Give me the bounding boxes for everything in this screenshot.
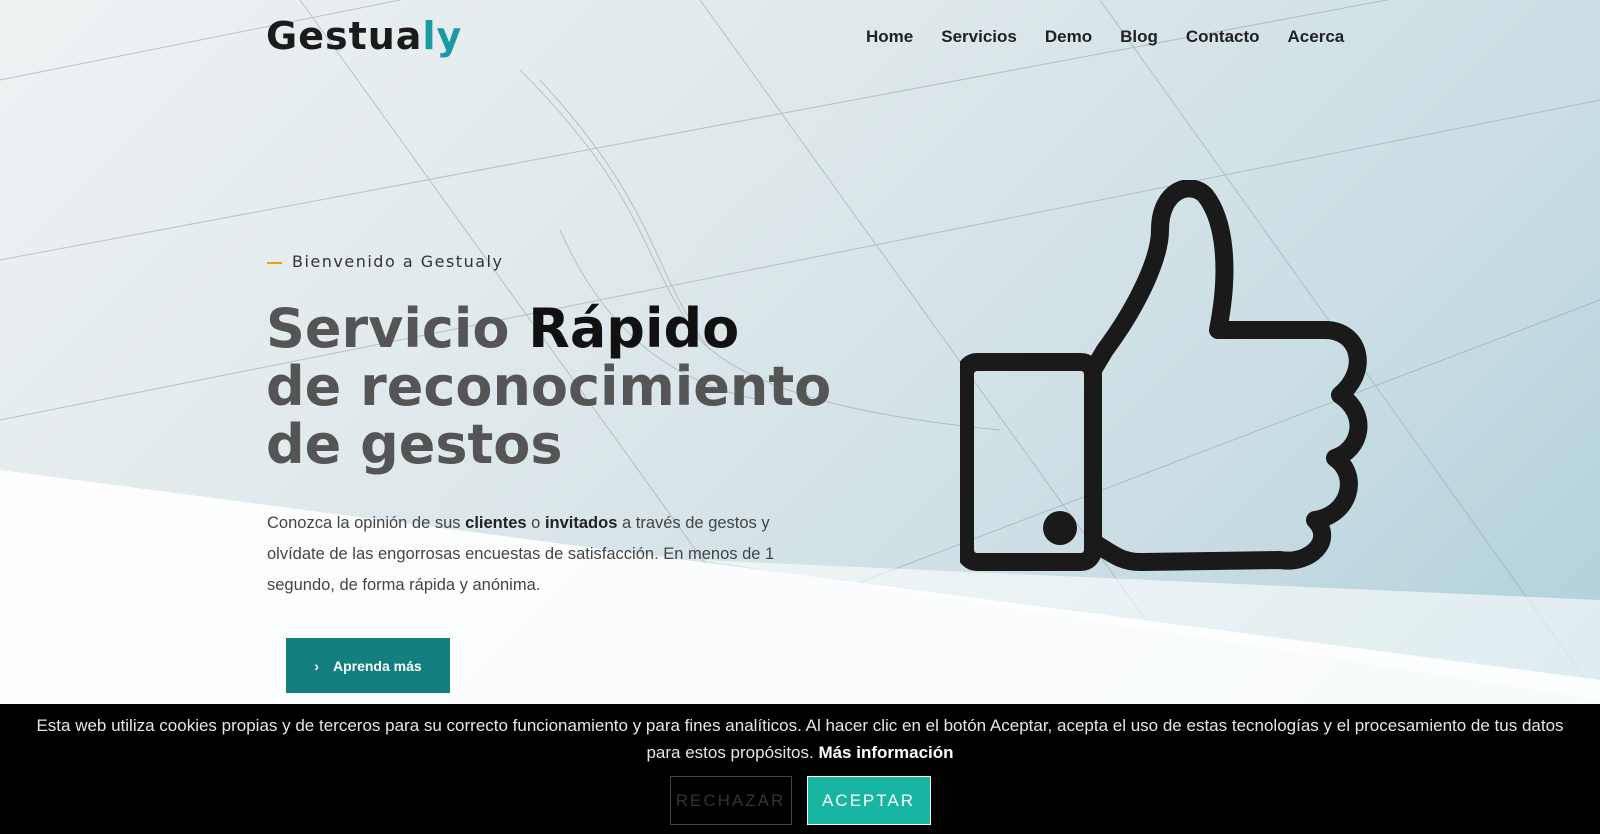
thumbs-up-icon <box>960 180 1368 571</box>
nav-acerca[interactable]: Acerca <box>1288 27 1345 47</box>
cookie-text: Esta web utiliza cookies propias y de te… <box>36 716 1564 762</box>
nav-home[interactable]: Home <box>866 27 913 47</box>
cookie-banner: Esta web utiliza cookies propias y de te… <box>0 704 1600 834</box>
main-nav: Home Servicios Demo Blog Contacto Acerca <box>866 27 1344 47</box>
nav-demo[interactable]: Demo <box>1045 27 1092 47</box>
chevron-right-icon: › <box>314 657 319 674</box>
hero-kicker: Bienvenido a Gestualy <box>267 252 503 271</box>
accent-dash <box>267 261 282 264</box>
nav-contacto[interactable]: Contacto <box>1186 27 1260 47</box>
learn-more-button[interactable]: › Aprenda más <box>286 638 450 693</box>
nav-servicios[interactable]: Servicios <box>941 27 1017 47</box>
hero-description: Conozca la opinión de sus clientes o inv… <box>267 514 775 594</box>
gestualy-logo[interactable]: Gestualy <box>266 14 462 58</box>
nav-blog[interactable]: Blog <box>1120 27 1158 47</box>
accept-cookies-button[interactable]: ACEPTAR <box>806 776 931 825</box>
hero-title: Servicio Rápido de reconocimiento de gest… <box>266 297 832 476</box>
reject-cookies-button[interactable]: RECHAZAR <box>669 776 792 825</box>
more-info-link[interactable]: Más información <box>818 743 953 762</box>
